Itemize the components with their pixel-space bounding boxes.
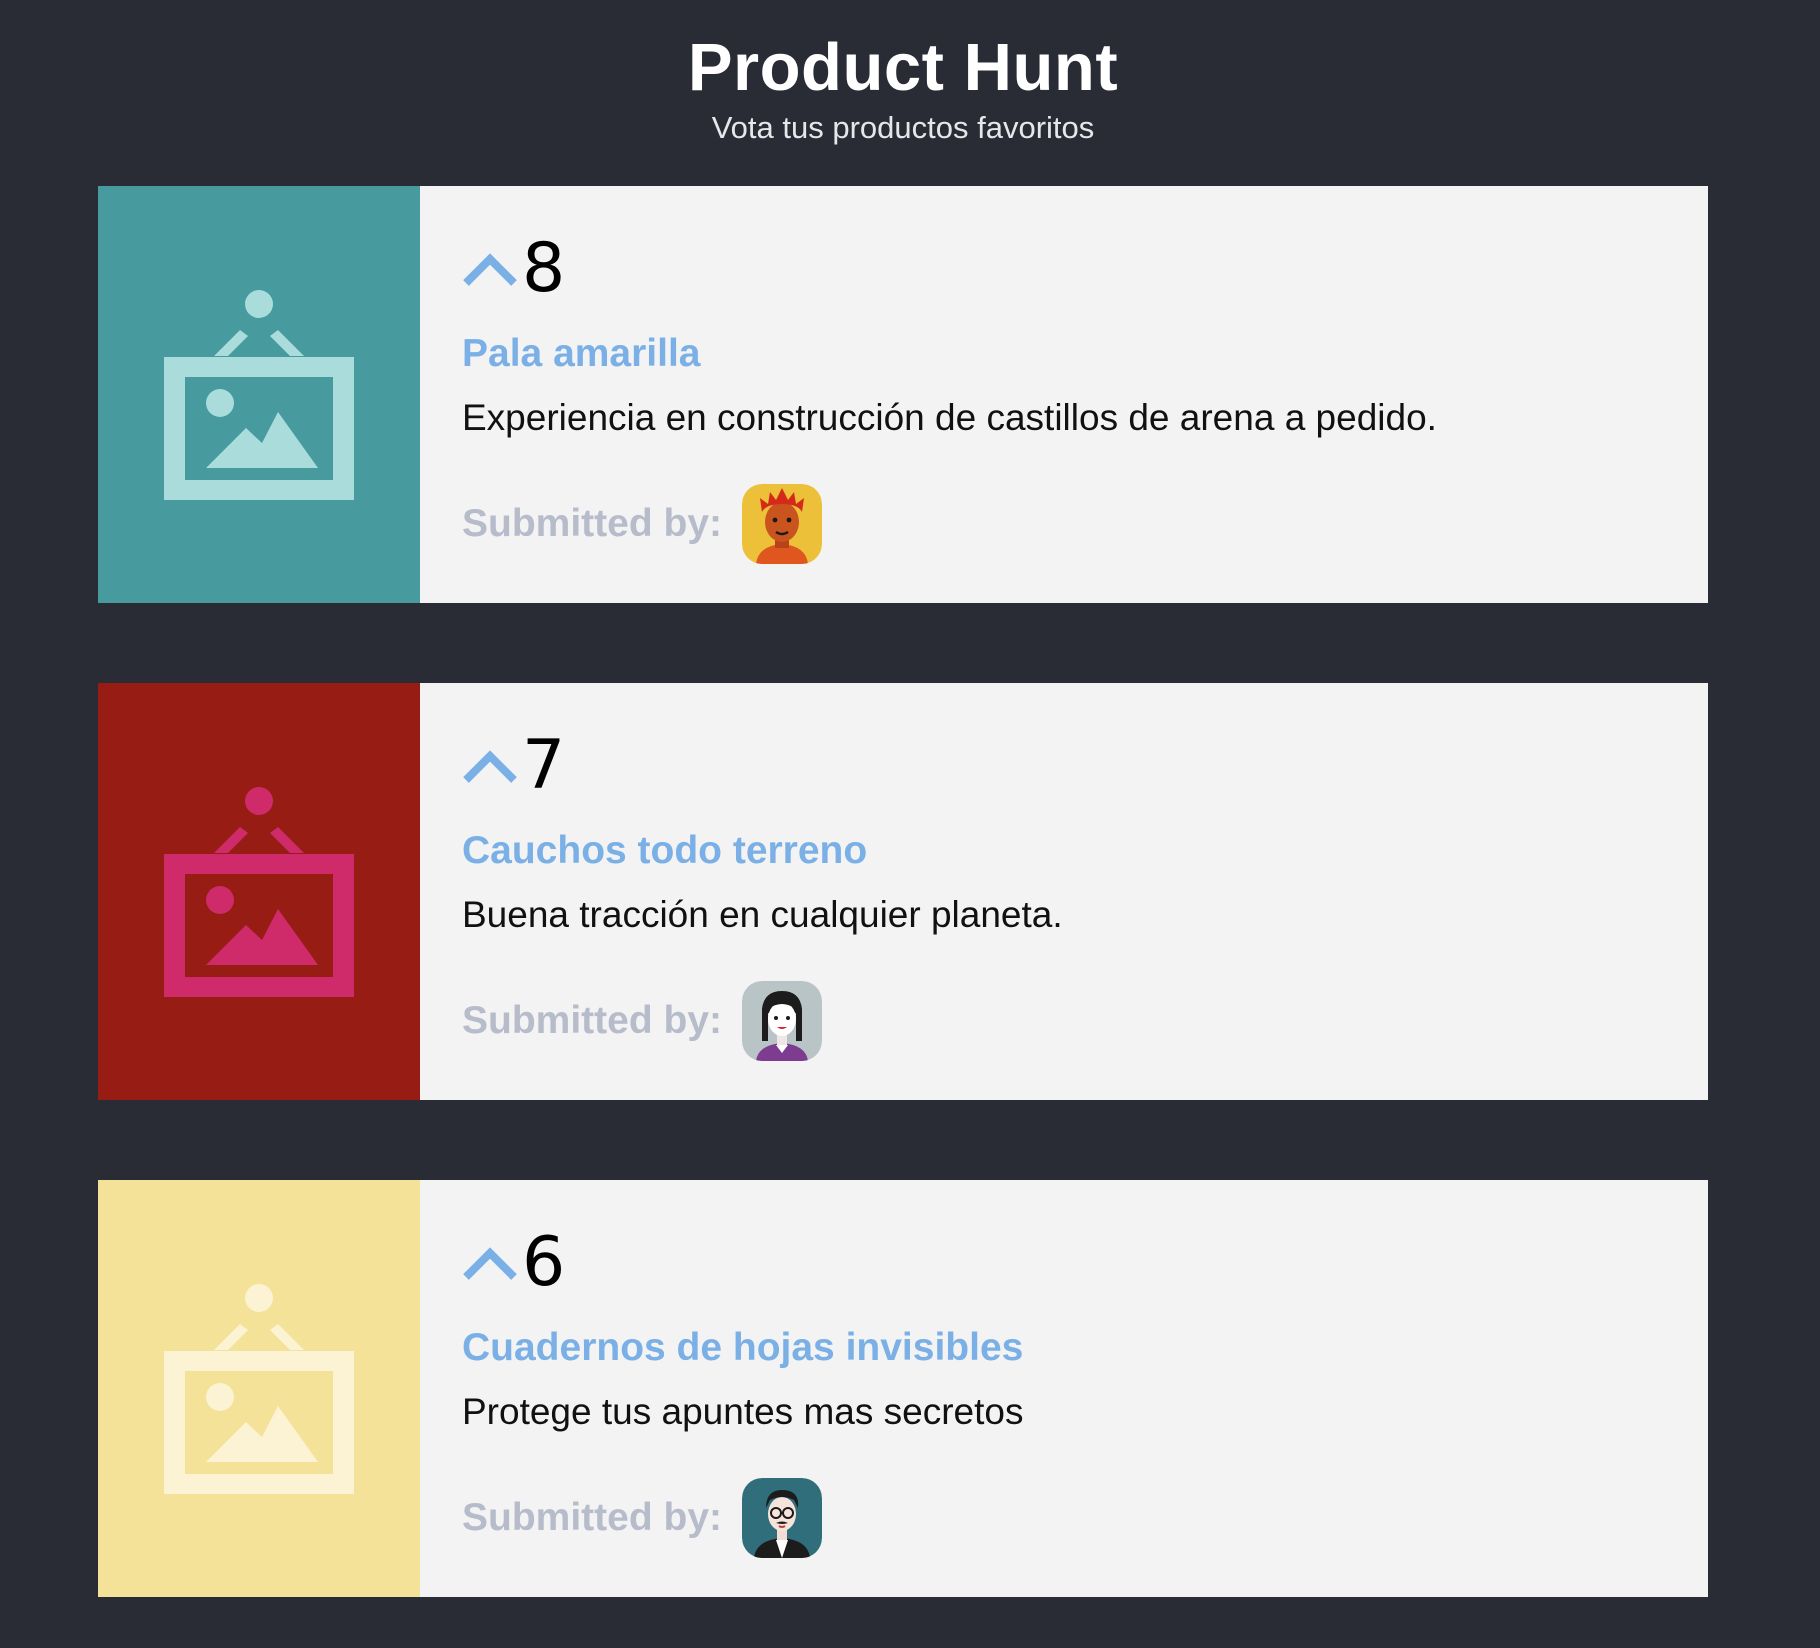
vote-row: 7 bbox=[462, 731, 565, 801]
avatar-woman-icon[interactable] bbox=[742, 981, 822, 1061]
image-placeholder-icon bbox=[164, 1283, 354, 1494]
page-title: Product Hunt bbox=[687, 30, 1119, 105]
vote-row: 8 bbox=[462, 234, 565, 304]
submitted-by: Submitted by: bbox=[462, 981, 822, 1061]
vote-count: 7 bbox=[522, 726, 566, 805]
product-description: Experiencia en construcción de castillos… bbox=[462, 397, 1437, 438]
product-card: 7 Cauchos todo terreno Buena tracción en… bbox=[98, 683, 1708, 1100]
submitted-by-label: Submitted by: bbox=[462, 502, 722, 545]
vote-row: 6 bbox=[462, 1228, 565, 1298]
product-thumbnail bbox=[98, 683, 420, 1100]
page-subtitle: Vota tus productos favoritos bbox=[711, 110, 1095, 145]
product-thumbnail bbox=[98, 1180, 420, 1597]
chevron-up-icon bbox=[463, 1247, 517, 1280]
submitted-by: Submitted by: bbox=[462, 484, 822, 564]
product-card: 6 Cuadernos de hojas invisibles Protege … bbox=[98, 1180, 1708, 1597]
upvote-button[interactable] bbox=[462, 743, 520, 789]
product-content: 7 Cauchos todo terreno Buena tracción en… bbox=[420, 683, 1708, 1100]
product-description: Protege tus apuntes mas secretos bbox=[462, 1391, 1024, 1432]
upvote-button[interactable] bbox=[462, 246, 520, 292]
product-card: 8 Pala amarilla Experiencia en construcc… bbox=[98, 186, 1708, 603]
avatar-redhair-icon[interactable] bbox=[742, 484, 822, 564]
avatar-man-glasses-icon[interactable] bbox=[742, 1478, 822, 1558]
product-title-link[interactable]: Pala amarilla bbox=[462, 332, 701, 376]
product-content: 6 Cuadernos de hojas invisibles Protege … bbox=[420, 1180, 1708, 1597]
submitted-by: Submitted by: bbox=[462, 1478, 822, 1558]
chevron-up-icon bbox=[463, 750, 517, 783]
product-list: 8 Pala amarilla Experiencia en construcc… bbox=[98, 186, 1708, 1648]
submitted-by-label: Submitted by: bbox=[462, 1496, 722, 1539]
header: Product Hunt Vota tus productos favorito… bbox=[0, 28, 1806, 148]
product-title-link[interactable]: Cauchos todo terreno bbox=[462, 829, 867, 873]
chevron-up-icon bbox=[463, 253, 517, 286]
product-description: Buena tracción en cualquier planeta. bbox=[462, 894, 1063, 935]
product-thumbnail bbox=[98, 186, 420, 603]
product-content: 8 Pala amarilla Experiencia en construcc… bbox=[420, 186, 1708, 603]
image-placeholder-icon bbox=[164, 289, 354, 500]
vote-count: 6 bbox=[522, 1223, 566, 1302]
upvote-button[interactable] bbox=[462, 1240, 520, 1286]
image-placeholder-icon bbox=[164, 786, 354, 997]
product-title-link[interactable]: Cuadernos de hojas invisibles bbox=[462, 1326, 1023, 1370]
page: Product Hunt Vota tus productos favorito… bbox=[0, 0, 1820, 1648]
vote-count: 8 bbox=[522, 229, 566, 308]
submitted-by-label: Submitted by: bbox=[462, 999, 722, 1042]
